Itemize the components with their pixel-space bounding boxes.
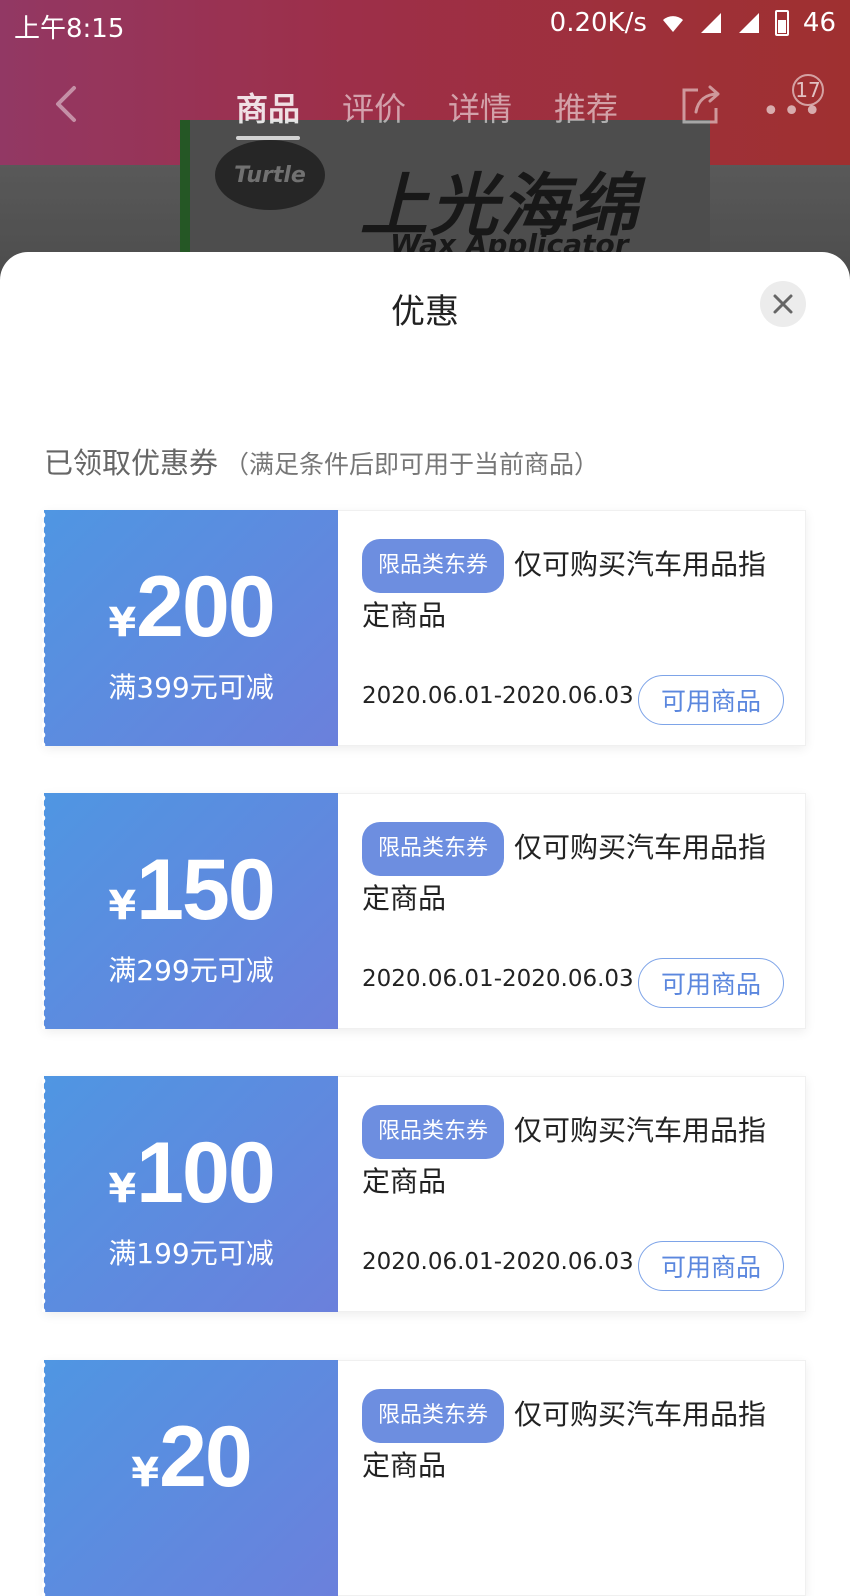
coupon-tag: 限品类东券 — [362, 1389, 505, 1443]
coupon-card: ¥100 满199元可减 限品类东券 仅可购买汽车用品指定商品 2020.06.0… — [42, 1076, 806, 1312]
share-icon[interactable] — [678, 82, 724, 128]
available-products-button[interactable]: 可用商品 — [638, 675, 784, 725]
section-title: 已领取优惠券 （满足条件后即可用于当前商品） — [44, 440, 599, 482]
coupon-condition: 满199元可减 — [108, 1237, 274, 1270]
coupon-info-panel: 限品类东券 仅可购买汽车用品指定商品 2020.06.01-2020.06.03 … — [338, 793, 806, 1029]
currency-symbol: ¥ — [108, 600, 137, 646]
coupon-description: 限品类东券 仅可购买汽车用品指定商品 — [362, 822, 782, 922]
coupon-tag: 限品类东券 — [362, 1105, 505, 1159]
message-count-badge: 17 — [792, 74, 824, 106]
coupon-amount-value: 200 — [136, 559, 275, 655]
close-icon — [773, 294, 793, 314]
coupon-amount-value: 100 — [136, 1125, 275, 1221]
section-note: （满足条件后即可用于当前商品） — [224, 450, 600, 479]
status-bar: 上午8:15 0.20K/s 46 — [0, 0, 850, 50]
coupon-amount: ¥150 — [44, 841, 338, 940]
coupon-card: ¥20 限品类东券 仅可购买汽车用品指定商品 — [42, 1360, 806, 1596]
currency-symbol: ¥ — [108, 1166, 137, 1212]
currency-symbol: ¥ — [131, 1450, 160, 1496]
currency-symbol: ¥ — [108, 883, 137, 929]
coupon-description: 限品类东券 仅可购买汽车用品指定商品 — [362, 539, 782, 639]
coupon-info-panel: 限品类东券 仅可购买汽车用品指定商品 2020.06.01-2020.06.03 … — [338, 1076, 806, 1312]
cellular-signal-2-icon — [738, 13, 759, 33]
coupon-value-panel: ¥20 — [42, 1360, 338, 1596]
available-products-button[interactable]: 可用商品 — [638, 958, 784, 1008]
coupon-description: 限品类东券 仅可购买汽车用品指定商品 — [362, 1105, 782, 1205]
sheet-title: 优惠 — [391, 292, 459, 332]
available-products-button[interactable]: 可用商品 — [638, 1241, 784, 1291]
coupon-info-panel: 限品类东券 仅可购买汽车用品指定商品 — [338, 1360, 806, 1596]
battery-level: 46 — [802, 8, 836, 38]
coupon-amount: ¥20 — [44, 1408, 338, 1507]
coupon-value-panel: ¥100 满199元可减 — [42, 1076, 338, 1312]
tab-details[interactable]: 详情 — [448, 84, 512, 140]
coupon-amount: ¥100 — [44, 1124, 338, 1223]
battery-icon — [774, 10, 789, 36]
coupon-amount-value: 150 — [136, 842, 275, 938]
coupon-description: 限品类东券 仅可购买汽车用品指定商品 — [362, 1389, 782, 1489]
coupon-sheet: 优惠 已领取优惠券 （满足条件后即可用于当前商品） ¥200 满399元可减 限品… — [0, 252, 850, 1596]
coupon-condition: 满299元可减 — [108, 954, 274, 987]
coupon-value-panel: ¥200 满399元可减 — [42, 510, 338, 746]
coupon-amount: ¥200 — [44, 558, 338, 657]
close-button[interactable] — [760, 281, 806, 327]
coupon-info-panel: 限品类东券 仅可购买汽车用品指定商品 2020.06.01-2020.06.03 … — [338, 510, 806, 746]
coupon-tag: 限品类东券 — [362, 539, 505, 593]
section-title-text: 已领取优惠券 — [44, 446, 219, 480]
product-nav-bar: 商品 评价 详情 推荐 ••• 17 — [0, 70, 850, 150]
coupon-card: ¥200 满399元可减 限品类东券 仅可购买汽车用品指定商品 2020.06.0… — [42, 510, 806, 746]
status-time: 上午8:15 — [14, 14, 125, 44]
coupon-tag: 限品类东券 — [362, 822, 505, 876]
coupon-card: ¥150 满299元可减 限品类东券 仅可购买汽车用品指定商品 2020.06.0… — [42, 793, 806, 1029]
tab-goods[interactable]: 商品 — [236, 84, 301, 140]
status-icons: 0.20K/s 46 — [550, 8, 836, 38]
back-arrow-icon[interactable] — [48, 84, 88, 124]
tab-recommend[interactable]: 推荐 — [554, 84, 618, 140]
wifi-icon — [662, 16, 683, 32]
coupon-validity: 2020.06.01-2020.06.03 — [362, 1249, 634, 1275]
tab-reviews[interactable]: 评价 — [342, 84, 406, 140]
coupon-value-panel: ¥150 满299元可减 — [42, 793, 338, 1029]
coupon-validity: 2020.06.01-2020.06.03 — [362, 966, 634, 992]
product-tabs: 商品 评价 详情 推荐 — [236, 84, 618, 140]
coupon-amount-value: 20 — [159, 1409, 253, 1505]
coupon-validity: 2020.06.01-2020.06.03 — [362, 683, 634, 709]
coupon-condition: 满399元可减 — [108, 671, 274, 704]
cellular-signal-icon — [700, 13, 721, 33]
network-speed: 0.20K/s — [549, 8, 647, 38]
